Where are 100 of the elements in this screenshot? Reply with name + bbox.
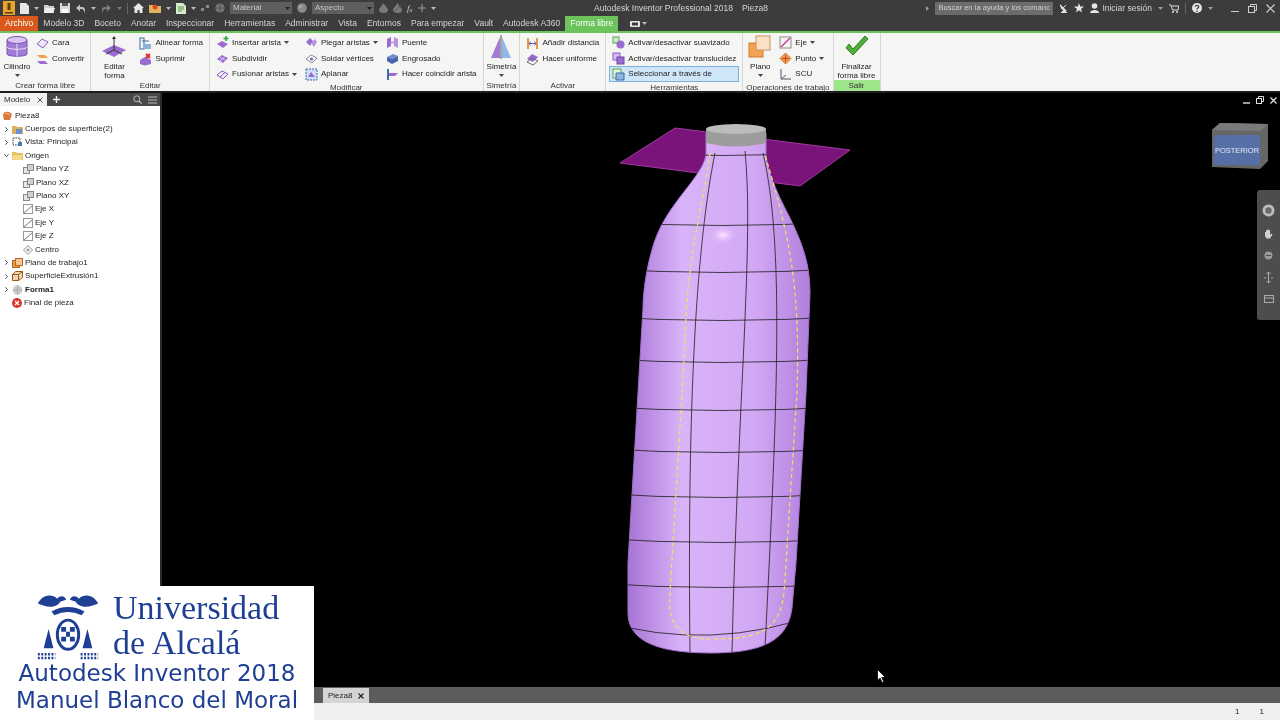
steering-wheel-icon[interactable]: [1262, 204, 1275, 217]
caret-icon[interactable]: [1208, 6, 1213, 10]
orbit-icon[interactable]: [1263, 272, 1274, 283]
parameters-button[interactable]: f$_{x}$: [407, 3, 413, 13]
ribbon-button[interactable]: Cilindro: [3, 35, 31, 80]
ribbon-tab[interactable]: Administrar: [280, 16, 334, 31]
tree-item[interactable]: Plano XY: [36, 191, 70, 202]
tree-item[interactable]: Plano de trabajo1: [25, 258, 88, 268]
view-cube[interactable]: [1212, 123, 1268, 169]
ribbon-tab[interactable]: Vista: [333, 16, 362, 31]
save-icon[interactable]: [60, 3, 70, 13]
ribbon-button[interactable]: Insertar arista: [213, 35, 300, 51]
open-folder-icon[interactable]: [44, 3, 55, 13]
star-icon[interactable]: [1074, 3, 1085, 13]
satellite-dish-icon[interactable]: [1059, 3, 1069, 13]
chevron-icon[interactable]: [3, 260, 9, 266]
new-file-icon[interactable]: [20, 2, 29, 14]
tree-item[interactable]: Cuerpos de superficie(2): [25, 124, 113, 135]
help-icon[interactable]: [1192, 3, 1202, 13]
restore-icon[interactable]: [1248, 3, 1257, 13]
ribbon-tab[interactable]: Inspeccionar: [160, 16, 220, 31]
tree-item[interactable]: Pieza8: [15, 110, 40, 121]
caret-icon[interactable]: [191, 6, 196, 10]
home-icon[interactable]: [133, 3, 144, 13]
tree-item[interactable]: SuperficieExtrusión1: [25, 271, 99, 282]
tree-item[interactable]: Centro: [35, 244, 59, 255]
ribbon-button[interactable]: Plano: [746, 35, 775, 82]
drop-icon[interactable]: [393, 3, 402, 13]
ribbon-button[interactable]: Alinear forma: [136, 35, 207, 51]
chevron-icon[interactable]: [3, 273, 9, 279]
chevron-icon[interactable]: [3, 153, 9, 159]
look-at-icon[interactable]: [1263, 295, 1274, 303]
tree-item[interactable]: Plano YZ: [36, 164, 69, 175]
ribbon-button[interactable]: Subdividir: [213, 50, 300, 67]
chevron-icon[interactable]: [3, 287, 9, 293]
tree-item[interactable]: Vista: Principal: [25, 137, 78, 148]
display-icon[interactable]: [630, 20, 641, 27]
caret-icon[interactable]: [91, 6, 96, 10]
ribbon-tab[interactable]: Para empezar: [405, 16, 470, 31]
tree-item[interactable]: Forma1: [25, 284, 54, 295]
drop-icon[interactable]: [379, 3, 388, 13]
chevron-icon[interactable]: [3, 126, 9, 132]
tree-item[interactable]: Final de pieza: [24, 298, 74, 309]
close-icon[interactable]: [37, 96, 44, 103]
document-tab[interactable]: Pieza8: [323, 688, 370, 703]
redo-icon[interactable]: [101, 3, 112, 13]
ribbon-button[interactable]: Cara: [33, 35, 88, 51]
ribbon-button[interactable]: Seleccionar a través de: [609, 66, 740, 82]
tree-item[interactable]: Eje Y: [35, 217, 54, 228]
ribbon-button[interactable]: Engrosado: [382, 50, 480, 67]
user-icon[interactable]: [1090, 3, 1100, 13]
zoom-icon[interactable]: [1264, 251, 1273, 260]
expand-arrow-icon[interactable]: [926, 5, 930, 11]
ribbon-button[interactable]: Añadir distancia: [523, 35, 603, 51]
ribbon-tab[interactable]: Anotar: [125, 16, 161, 31]
ribbon-tab[interactable]: Autodesk A360: [498, 16, 566, 31]
cart-icon[interactable]: [1169, 3, 1179, 13]
ribbon-button[interactable]: Soldar vértices: [301, 50, 381, 67]
ribbon-button[interactable]: Suprimir: [136, 51, 207, 67]
ribbon-button[interactable]: Hacer coincidir arista: [382, 66, 480, 82]
ribbon-button[interactable]: Fusionar aristas: [213, 66, 300, 82]
ribbon-tab[interactable]: Boceto: [89, 16, 126, 31]
sign-in-button[interactable]: Iniciar sesión: [1102, 1, 1152, 15]
ribbon-button[interactable]: Hacer uniforme: [523, 51, 603, 67]
tree-item[interactable]: Eje Z: [35, 231, 54, 242]
caret-icon[interactable]: [642, 22, 648, 25]
ribbon-button[interactable]: Punto: [776, 50, 828, 67]
close-icon[interactable]: [358, 692, 365, 699]
ribbon-button[interactable]: Finalizar forma libre: [836, 35, 877, 80]
ribbon-tab[interactable]: Archivo: [0, 16, 39, 31]
ribbon-button[interactable]: SCU: [776, 66, 828, 82]
ribbon-button[interactable]: Editar forma: [94, 35, 135, 80]
tree-item[interactable]: Origen: [25, 150, 49, 161]
pan-hand-icon[interactable]: [1264, 229, 1273, 239]
browser-tab[interactable]: Modelo: [0, 93, 48, 106]
tree-item[interactable]: Eje X: [35, 204, 55, 215]
ribbon-button[interactable]: Convertir: [33, 51, 88, 67]
caret-icon[interactable]: [1158, 6, 1163, 10]
ribbon-tab[interactable]: Herramientas: [219, 16, 281, 31]
ribbon-tab[interactable]: Modelo 3D: [38, 16, 90, 31]
undo-icon[interactable]: [75, 3, 86, 13]
restore-icon[interactable]: [1256, 96, 1264, 104]
caret-icon[interactable]: [117, 6, 122, 10]
caret-icon[interactable]: [34, 6, 39, 10]
search-icon[interactable]: [133, 95, 142, 104]
ribbon-button[interactable]: Aplanar: [301, 66, 381, 82]
project-folder-icon[interactable]: [149, 3, 161, 13]
ribbon-tab[interactable]: Entornos: [361, 16, 406, 31]
ribbon-button[interactable]: Puente: [382, 35, 480, 51]
caret-icon[interactable]: [166, 6, 171, 10]
ribbon-button[interactable]: Simetría: [486, 35, 517, 80]
ribbon-button[interactable]: Activar/desactivar translucidez: [609, 50, 740, 67]
caret-icon[interactable]: [430, 6, 436, 10]
ribbon-button[interactable]: Eje: [776, 35, 828, 51]
ribbon-tab[interactable]: Vault: [469, 16, 499, 31]
globe-icon[interactable]: [215, 3, 225, 13]
squares-icon[interactable]: [201, 4, 210, 12]
document-icon[interactable]: [176, 2, 186, 14]
chevron-icon[interactable]: [3, 139, 9, 145]
ribbon-button[interactable]: Plegar aristas: [301, 35, 381, 51]
